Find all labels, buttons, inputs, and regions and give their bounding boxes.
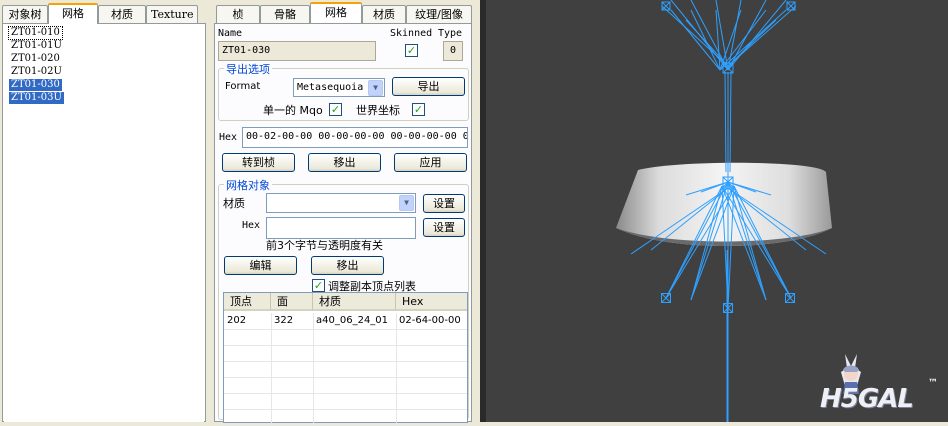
- column-header-material[interactable]: 材质: [313, 293, 396, 311]
- tree-item[interactable]: ZT01-030: [9, 79, 62, 91]
- export-button[interactable]: 导出: [392, 77, 465, 96]
- hex-field[interactable]: 00-02-00-00 00-00-00-00 00-00-00-00 0: [242, 127, 468, 148]
- tab-mesh[interactable]: 网格: [48, 3, 98, 24]
- type-field[interactable]: 0: [443, 41, 463, 61]
- check-icon: ✓: [413, 103, 424, 116]
- tree-item[interactable]: ZT01-010: [8, 26, 63, 40]
- hex-label: Hex: [219, 132, 238, 143]
- transparency-note: 前3个字节与透明度有关: [266, 239, 383, 252]
- set-material-button[interactable]: 设置: [423, 194, 465, 213]
- table-cell[interactable]: 322: [271, 314, 313, 328]
- goto-frame-button[interactable]: 转到桢: [222, 153, 295, 172]
- object-tree-panel: ZT01-010 ZT01-01U ZT01-020 ZT01-02U ZT01-030…: [2, 23, 206, 422]
- single-mqo-label: 单一的 Mqo: [263, 104, 323, 117]
- column-header-hex[interactable]: Hex: [396, 293, 467, 311]
- tree-item[interactable]: ZT01-03U: [9, 92, 64, 104]
- chevron-down-icon: ▼: [368, 80, 383, 96]
- tab-frame[interactable]: 桢: [216, 5, 260, 24]
- format-value: Metasequoia: [297, 82, 364, 93]
- tree-item[interactable]: ZT01-01U: [9, 40, 64, 52]
- mesh-hex-label: Hex: [242, 220, 261, 231]
- chevron-down-icon: ▼: [399, 195, 414, 211]
- object-tree[interactable]: ZT01-010 ZT01-01U ZT01-020 ZT01-02U ZT01-030…: [4, 24, 204, 422]
- tab-material[interactable]: 材质: [98, 5, 146, 24]
- tab-object-tree[interactable]: 对象树: [2, 5, 48, 24]
- check-icon: ✓: [313, 279, 324, 292]
- table-cell[interactable]: a40_06_24_01: [313, 314, 396, 328]
- name-field[interactable]: ZT01-030: [218, 41, 376, 61]
- table-cell[interactable]: 202: [224, 314, 271, 328]
- mesh-object-title: 网格对象: [224, 177, 272, 193]
- wire-edge: [685, 19, 729, 67]
- skinned-checkbox[interactable]: ✓: [405, 44, 418, 57]
- world-coords-checkbox[interactable]: ✓: [412, 103, 425, 116]
- column-header-face[interactable]: 面: [271, 293, 313, 311]
- material-select[interactable]: ▼: [266, 193, 416, 213]
- grid-line: [224, 393, 467, 394]
- type-label: Type: [438, 28, 463, 39]
- wire-edge: [724, 71, 727, 173]
- export-options-title: 导出选项: [224, 61, 272, 77]
- grid-line: [396, 313, 397, 423]
- name-label: Name: [218, 28, 243, 39]
- grid-line: [224, 361, 467, 362]
- adjust-vertex-list-checkbox[interactable]: ✓: [312, 279, 325, 292]
- 3d-viewport[interactable]: H5GAL ™: [486, 0, 948, 422]
- grid-line: [271, 313, 272, 423]
- remove-button[interactable]: 移出: [308, 153, 381, 172]
- check-icon: ✓: [330, 103, 341, 116]
- material-label: 材质: [223, 197, 245, 210]
- grid-line: [313, 313, 314, 423]
- wire-edge: [727, 0, 787, 71]
- grid-line: [224, 377, 467, 378]
- mesh-hex-field[interactable]: [266, 217, 416, 239]
- grid-line: [224, 409, 467, 410]
- wire-edge: [719, 9, 767, 71]
- check-icon: ✓: [406, 44, 417, 57]
- world-coords-label: 世界坐标: [356, 104, 400, 117]
- tree-item[interactable]: ZT01-02U: [9, 66, 64, 78]
- wire-edge: [719, 9, 787, 71]
- tab-texture[interactable]: Texture: [146, 5, 198, 24]
- grid-line: [224, 345, 467, 346]
- watermark-text: H5GAL: [820, 384, 914, 414]
- tab-mesh-props[interactable]: 网格: [310, 2, 362, 23]
- edit-button[interactable]: 编辑: [224, 256, 297, 275]
- apply-button[interactable]: 应用: [394, 153, 467, 172]
- tab-texture-image[interactable]: 纹理/图像: [406, 5, 472, 24]
- watermark-trademark: ™: [928, 378, 938, 389]
- tab-bones[interactable]: 骨骼: [260, 5, 310, 24]
- format-select[interactable]: Metasequoia ▼: [293, 78, 385, 97]
- column-header-vertex[interactable]: 顶点: [224, 293, 271, 311]
- grid-line: [224, 329, 467, 330]
- table-cell[interactable]: 02-64-00-00: [396, 314, 467, 328]
- mesh-properties-panel: Name ZT01-030 Skinned ✓ Type 0 导出选项 Form…: [214, 23, 472, 426]
- skinned-label: Skinned: [390, 28, 433, 39]
- tree-item[interactable]: ZT01-020: [9, 53, 62, 65]
- set-hex-button[interactable]: 设置: [423, 218, 465, 237]
- pane-splitter[interactable]: [207, 0, 214, 422]
- wireframe-scene: [616, 0, 832, 422]
- format-label: Format: [225, 81, 261, 92]
- mesh-listview[interactable]: 顶点 面 材质 Hex 202 322 a40_06_24_01 02-64-00-0…: [223, 292, 468, 426]
- mesh-remove-button[interactable]: 移出: [311, 256, 384, 275]
- wire-edge: [729, 71, 732, 173]
- tab-material-props[interactable]: 材质: [362, 5, 406, 24]
- single-mqo-checkbox[interactable]: ✓: [329, 103, 342, 116]
